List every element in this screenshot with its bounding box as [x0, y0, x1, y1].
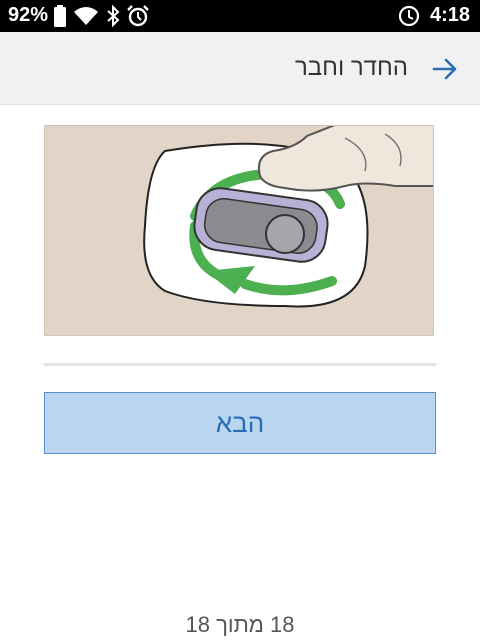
app-bar: החדר וחבר — [0, 32, 480, 105]
page-title: החדר וחבר — [294, 54, 408, 81]
status-bar: 92% 4:18 — [0, 0, 480, 32]
step-counter: 18 מתוך 18 — [185, 612, 295, 637]
bluetooth-icon — [106, 4, 120, 27]
status-right: 4:18 — [398, 4, 470, 27]
sensor-button — [265, 214, 305, 254]
divider — [44, 363, 436, 366]
next-button[interactable]: הבא — [44, 392, 436, 454]
sensor-insert-illustration — [44, 125, 434, 336]
finger — [257, 126, 433, 192]
wifi-icon — [72, 5, 100, 27]
alarm-icon — [126, 4, 150, 27]
data-saver-icon — [398, 5, 420, 27]
battery-percent: 92% — [8, 4, 49, 26]
back-button[interactable] — [430, 54, 460, 84]
battery-icon — [54, 4, 67, 27]
status-left: 92% — [8, 4, 150, 27]
clock: 4:18 — [429, 4, 470, 26]
arrow-right-icon — [432, 58, 457, 80]
